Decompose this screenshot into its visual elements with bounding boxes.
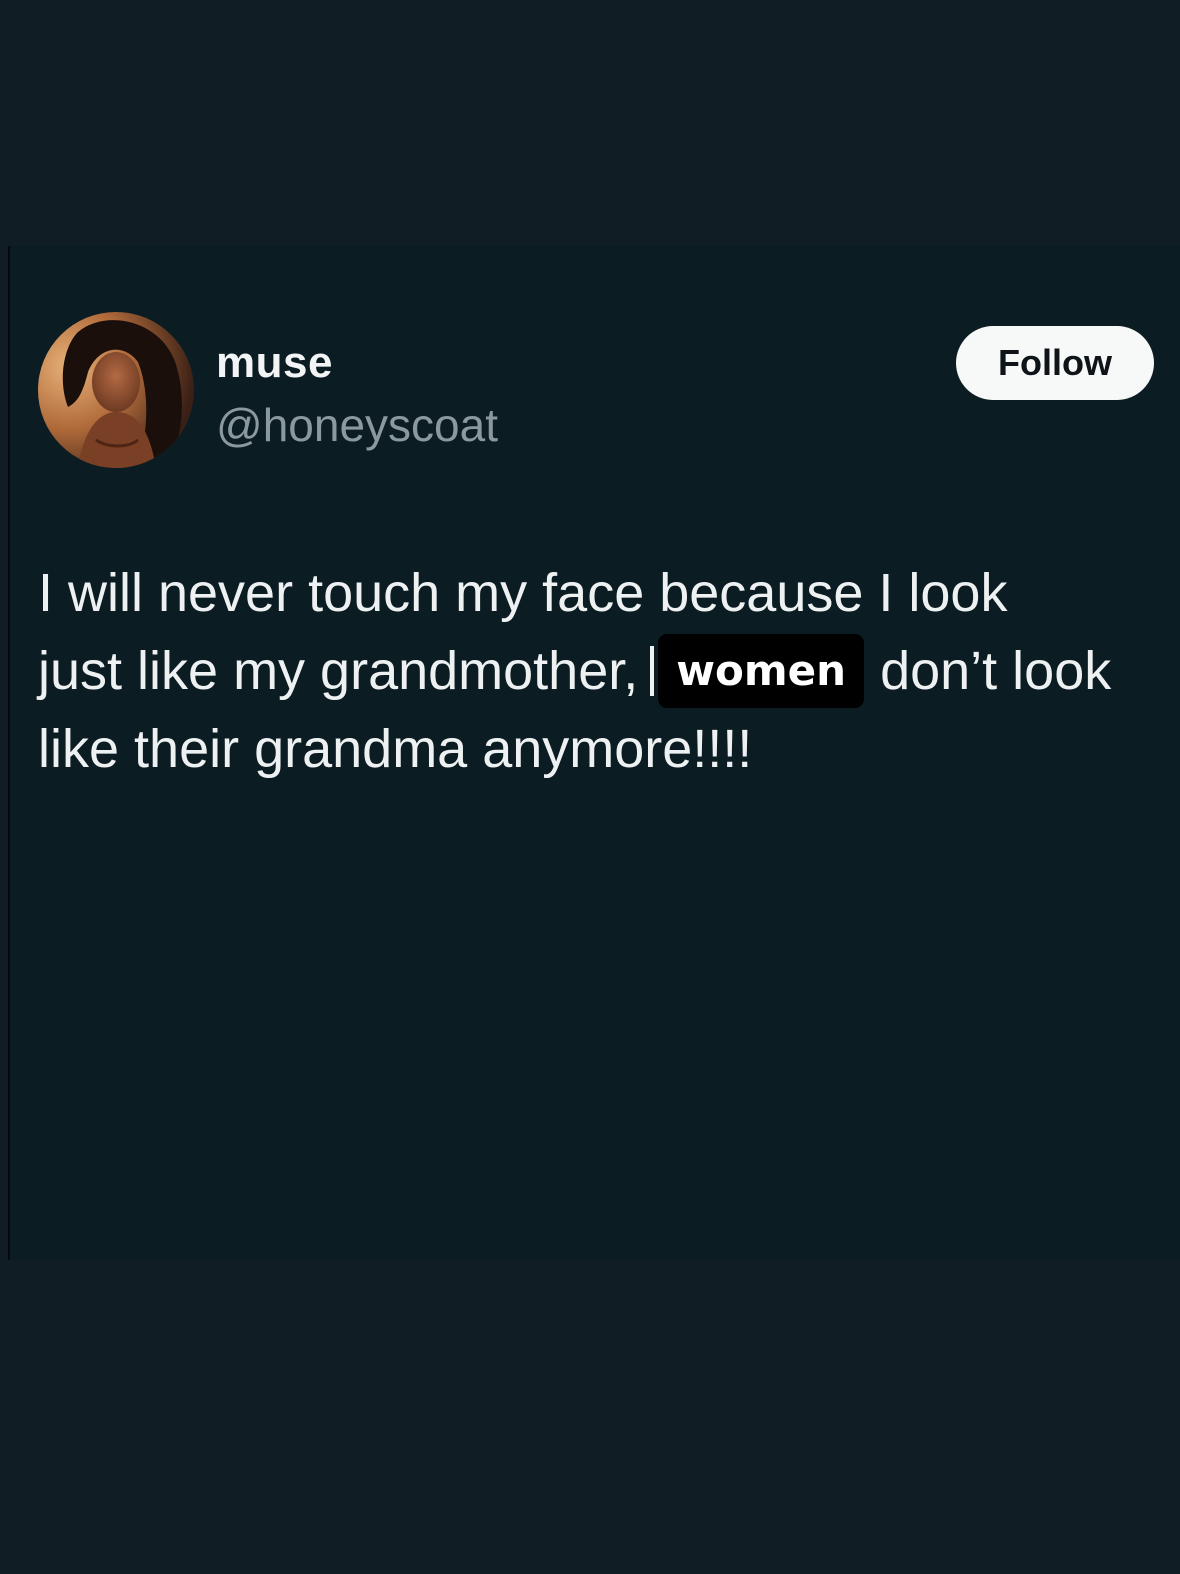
author-display-name[interactable]: muse — [216, 338, 333, 388]
tweet-text-line-1: I will never touch my face because I loo… — [38, 563, 1008, 623]
tweet-text: I will never touch my face because I loo… — [38, 554, 1178, 788]
tweet-text-line-2-start: just like my grandmother, — [38, 641, 639, 701]
tweet-text-line-2-end: don’t look — [880, 641, 1112, 701]
tweet-text-line-2: just like my grandmother, women don’t look — [38, 632, 1178, 710]
avatar[interactable] — [38, 312, 194, 468]
caption-overlay: women — [658, 633, 865, 708]
profile-photo-icon — [38, 312, 194, 468]
tweet-card: muse @honeyscoat Follow I will never tou… — [8, 246, 1180, 1260]
follow-button[interactable]: Follow — [956, 326, 1154, 400]
text-sliver — [650, 645, 655, 696]
author-handle[interactable]: @honeyscoat — [216, 398, 498, 452]
tweet-text-line-3: like their grandma anymore!!!! — [38, 719, 753, 779]
